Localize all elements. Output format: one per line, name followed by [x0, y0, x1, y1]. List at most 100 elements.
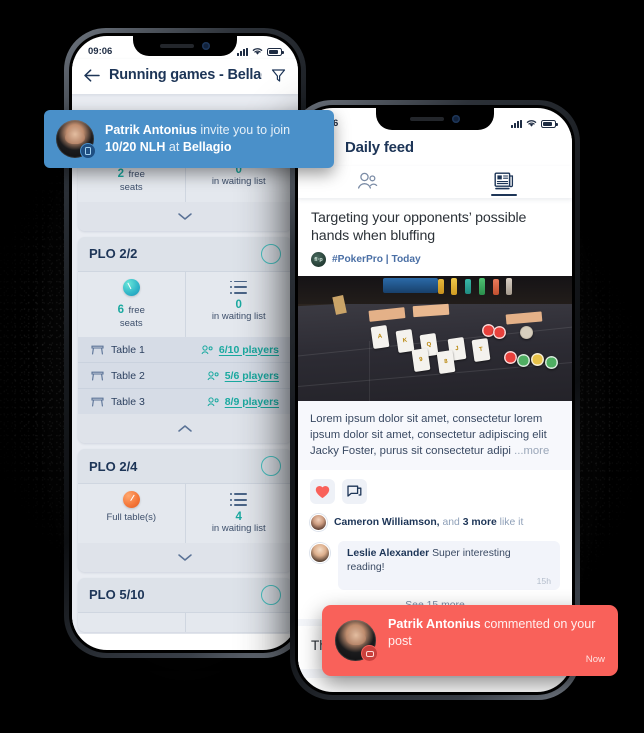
cellular-bars-icon [237, 47, 248, 56]
comment-button[interactable] [342, 479, 367, 505]
comment-notification-toast[interactable]: Patrik Antonius commented on your post N… [322, 605, 618, 677]
invite-action: invite you to join [196, 123, 291, 138]
free-seats-label2: seats [119, 182, 143, 193]
free-seats-count: 6 [117, 303, 125, 316]
collapse-toggle[interactable] [78, 542, 292, 572]
table-row[interactable]: Table 1 6/10 players [78, 337, 292, 364]
battery-icon [541, 119, 558, 128]
invite-notification-toast[interactable]: Patrik Antonius invite you to join 10/20… [44, 110, 334, 168]
seat-gauge-icon [122, 491, 140, 509]
table-row[interactable]: Table 3 8/9 players [78, 389, 292, 414]
avatar [335, 620, 378, 663]
chevron-up-icon [178, 425, 192, 432]
game-stats [78, 611, 292, 632]
free-seats-count: 2 [117, 168, 125, 180]
likes-row[interactable]: Cameron Williamson, and 3 more like it [298, 510, 572, 538]
table-players: 5/6 players [224, 369, 279, 382]
invite-at: at [165, 140, 183, 154]
playing-card: 9 [411, 347, 431, 372]
free-seats-label2: seats [119, 317, 143, 329]
page-title: Running games - Bellagio La... [109, 67, 262, 83]
waiting-count: 4 [235, 511, 242, 524]
post-meta-text: #PokerPro | Today [332, 254, 421, 266]
chevron-down-icon [178, 212, 192, 220]
invite-game: 10/20 NLH [105, 140, 166, 154]
comment-icon [347, 485, 362, 497]
waiting-label: in waiting list [211, 310, 266, 322]
people-icon [357, 172, 377, 189]
players-icon [207, 397, 219, 406]
collapse-toggle[interactable] [78, 201, 292, 231]
speaker-icon [410, 117, 444, 121]
speaker-icon [160, 44, 194, 48]
comment-time: 15h [536, 576, 551, 587]
news-tab[interactable] [435, 166, 572, 198]
avatar [310, 514, 327, 532]
news-icon [494, 172, 513, 190]
game-name: PLO 5/10 [89, 587, 145, 603]
battery-icon [267, 47, 284, 56]
game-card-header[interactable]: PLO 5/10 [78, 577, 292, 612]
games-list[interactable]: 2 free seats 0 in waiting list PLO 2/2 6… [72, 94, 298, 634]
table-name: Table 2 [111, 369, 145, 382]
card-badge-icon [80, 143, 96, 159]
game-card[interactable]: PLO 2/4 Full table(s) 4 in waiting list [78, 449, 292, 572]
waiting-list-stat: 4 in waiting list [186, 484, 293, 543]
playing-card: T [471, 337, 491, 362]
front-camera-icon [202, 42, 210, 50]
filter-funnel-icon[interactable] [271, 68, 286, 83]
back-arrow-icon[interactable] [84, 68, 100, 82]
game-card-header[interactable]: PLO 2/4 [78, 449, 292, 484]
join-ring-icon[interactable] [261, 584, 281, 605]
table-icon [91, 397, 104, 407]
toast-user: Patrik Antonius [388, 617, 481, 631]
table-row[interactable]: Table 2 5/6 players [78, 363, 292, 390]
post-image: A K Q J T 9 8 [298, 276, 572, 402]
list-icon [230, 493, 248, 507]
list-icon [230, 280, 248, 294]
feed-tabs [298, 166, 572, 198]
toast-time: Now [585, 654, 605, 666]
players-icon [201, 345, 213, 354]
likes-count: 3 more [462, 517, 497, 529]
heart-icon [315, 485, 330, 498]
game-card-header[interactable]: PLO 2/2 [78, 236, 292, 271]
cellular-bars-icon [511, 119, 522, 128]
feed-post[interactable]: Targeting your opponents’ possible hands… [298, 198, 572, 620]
playing-card: 8 [436, 350, 456, 375]
table-name: Table 3 [111, 395, 145, 408]
free-seats-label: free [128, 169, 145, 180]
post-meta: fl·p #PokerPro | Today [298, 245, 572, 276]
full-tables-stat: Full table(s) [78, 484, 186, 543]
join-ring-icon[interactable] [261, 243, 281, 264]
app-bar-left: Running games - Bellagio La... [72, 59, 298, 94]
game-name: PLO 2/2 [89, 246, 138, 262]
table-name: Table 1 [111, 343, 145, 356]
front-camera-icon [452, 115, 460, 123]
tables-list: Table 1 6/10 players Table 2 5/6 players… [78, 337, 292, 415]
people-tab[interactable] [298, 166, 435, 198]
avatar [56, 120, 96, 159]
full-tables-label: Full table(s) [106, 512, 157, 524]
collapse-toggle[interactable] [78, 414, 292, 444]
post-excerpt: Lorem ipsum dolor sit amet, consectetur … [298, 401, 572, 471]
comment-row[interactable]: Leslie Alexander Super interesting readi… [298, 537, 572, 599]
invite-text: Patrik Antonius invite you to join 10/20… [105, 122, 290, 155]
read-more-link[interactable]: ...more [511, 445, 549, 457]
wifi-icon [252, 48, 263, 55]
app-bar-right: Daily feed [298, 131, 572, 166]
game-card[interactable]: PLO 5/10 [78, 577, 292, 632]
game-card[interactable]: PLO 2/2 6 free seats 0 in waiting list T… [78, 236, 292, 444]
table-players: 6/10 players [218, 343, 279, 356]
feed-title: Daily feed [345, 139, 414, 156]
join-ring-icon[interactable] [261, 456, 281, 477]
like-button[interactable] [310, 479, 335, 505]
post-title: Targeting your opponents’ possible hands… [311, 210, 527, 245]
liker-name: Cameron Williamson, [334, 517, 440, 529]
comment-bubble: Leslie Alexander Super interesting readi… [338, 541, 560, 591]
table-icon [91, 345, 104, 355]
seat-gauge-icon [122, 278, 140, 296]
commenter-name: Leslie Alexander [347, 548, 430, 560]
invite-venue: Bellagio [182, 140, 232, 154]
wifi-icon [526, 120, 537, 127]
